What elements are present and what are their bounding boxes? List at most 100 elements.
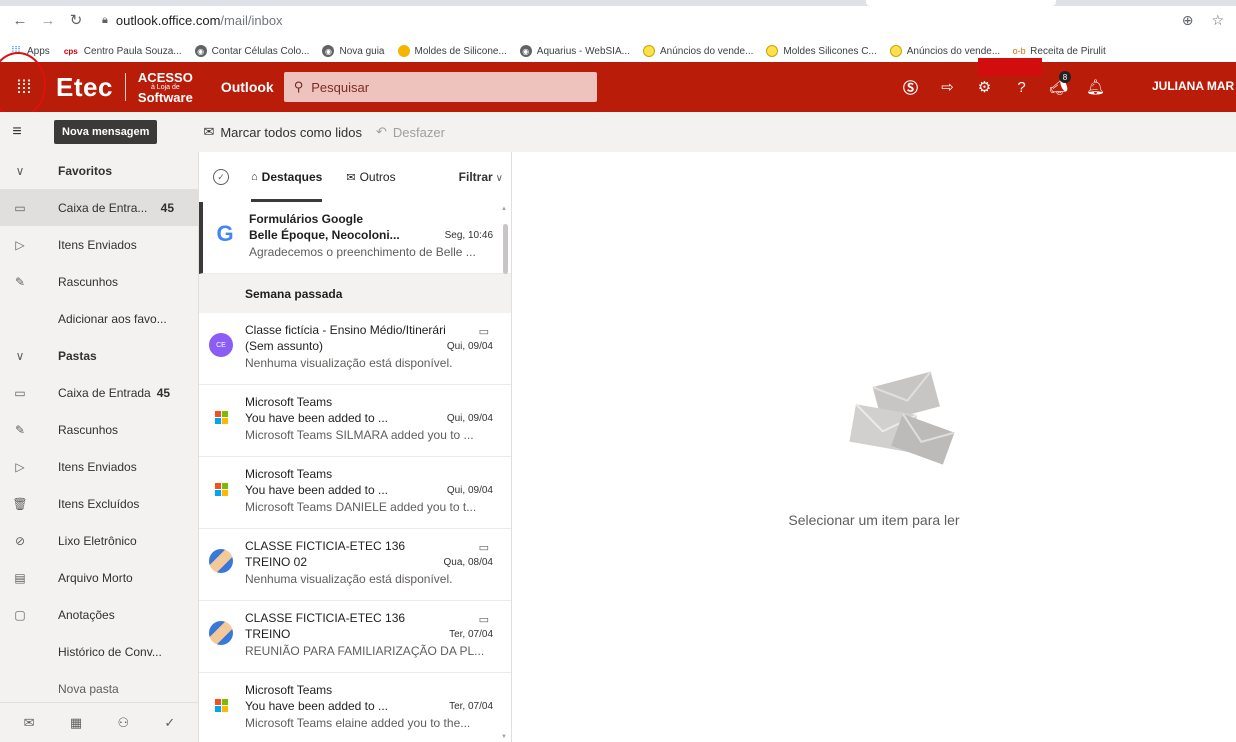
list-item[interactable]: CE Classe fictícia - Ensino Médio/Itiner…: [199, 313, 511, 385]
new-message-button[interactable]: Nova mensagem: [54, 120, 158, 144]
search-input[interactable]: ⚲ Pesquisar: [283, 72, 597, 102]
folders-header[interactable]: ∨ Pastas: [0, 337, 198, 374]
microsoft-logo-icon: [209, 693, 233, 717]
archive-icon: ▤: [14, 570, 26, 585]
list-item[interactable]: Microsoft Teams You have been added to .…: [199, 673, 511, 742]
teams-feedback-icon[interactable]: ⇨: [929, 78, 966, 96]
app-name[interactable]: Outlook: [221, 79, 274, 95]
nav-inbox[interactable]: ▭ Caixa de Entrada 45: [0, 374, 198, 411]
bookmark-apps[interactable]: ⁞⁞⁞ Apps: [10, 45, 49, 57]
pencil-icon: ✎: [14, 422, 26, 437]
focused-icon: ⌂: [251, 171, 258, 183]
zoom-icon[interactable]: ⊕: [1182, 12, 1194, 29]
command-bar: ≡ Nova mensagem ✉︎ Marcar todos como lid…: [0, 112, 1236, 152]
people-icon[interactable]: ⚇: [117, 715, 129, 731]
list-item[interactable]: Microsoft Teams You have been added to .…: [199, 385, 511, 457]
tab-focused[interactable]: ⌂ Destaques: [251, 152, 323, 202]
folder-pane: ∨ Favoritos ▭ Caixa de Entra... 45 ▷ Itens E…: [0, 152, 199, 742]
bell-icon[interactable]: 🔔︎: [1077, 78, 1114, 96]
logo-divider: [124, 73, 126, 101]
globe-icon: ◉: [322, 45, 335, 57]
bookmark-item[interactable]: o-b Receita de Pirulit: [1013, 45, 1106, 57]
envelopes-illustration-icon: [849, 370, 955, 465]
mark-all-read-button[interactable]: ✉︎ Marcar todos como lidos: [203, 124, 362, 140]
calendar-icon: ▭: [478, 542, 489, 554]
bookmark-item[interactable]: ◉ Contar Células Colo...: [194, 45, 309, 57]
list-item[interactable]: Microsoft Teams You have been added to .…: [199, 457, 511, 529]
forward-icon[interactable]: →: [36, 8, 60, 32]
nav-add-favorite[interactable]: Adicionar aos favo...: [0, 300, 198, 337]
list-item[interactable]: G Formulários Google Belle Époque, Neoco…: [199, 202, 511, 274]
bookmark-item[interactable]: Moldes Silicones C...: [766, 45, 877, 57]
nav-fav-sent[interactable]: ▷ Itens Enviados: [0, 226, 198, 263]
scrollbar-thumb[interactable]: [503, 224, 508, 274]
tab-strip: [0, 0, 1236, 6]
bookmark-item[interactable]: Anúncios do vende...: [889, 45, 1000, 57]
trash-icon: 🗑︎: [12, 496, 28, 511]
reload-icon[interactable]: ↻: [64, 8, 88, 32]
send-icon: ▷: [15, 459, 25, 474]
mail-icon[interactable]: ✉︎: [24, 715, 35, 731]
list-item[interactable]: CLASSE FICTICIA-ETEC 136 ▭ TREINO Ter, 0…: [199, 601, 511, 673]
handshake-icon: [766, 45, 779, 57]
microsoft-logo-icon: [209, 405, 233, 429]
skype-icon[interactable]: Ⓢ: [892, 77, 929, 98]
undo-button[interactable]: ↶ Desfazer: [376, 124, 445, 140]
group-header: Semana passada: [199, 274, 511, 313]
mail-icon: ✉︎: [346, 171, 356, 184]
filter-button[interactable]: Filtrar ∨: [459, 170, 503, 184]
chevron-down-icon: ∨: [495, 173, 503, 184]
address-bar[interactable]: 🔒︎ outlook.office.com/mail/inbox: [102, 13, 283, 28]
list-item[interactable]: CLASSE FICTICIA-ETEC 136 ▭ TREINO 02 Qua…: [199, 529, 511, 601]
bookmark-item[interactable]: Anúncios do vende...: [642, 45, 753, 57]
bookmark-item[interactable]: Moldes de Silicone...: [397, 45, 507, 57]
nav-conversation-history[interactable]: Histórico de Conv...: [0, 633, 198, 670]
select-all-check-icon[interactable]: ✓: [213, 169, 229, 185]
nav-archive[interactable]: ▤ Arquivo Morto: [0, 559, 198, 596]
search-icon: ⚲: [293, 79, 304, 94]
scroll-up-icon[interactable]: ▲: [501, 206, 507, 212]
nav-drafts[interactable]: ✎ Rascunhos: [0, 411, 198, 448]
apps-grid-icon: ⁞⁞⁞: [11, 45, 21, 57]
nav-fav-drafts[interactable]: ✎ Rascunhos: [0, 263, 198, 300]
browser-tab[interactable]: [866, 0, 1056, 6]
nav-fav-inbox[interactable]: ▭ Caixa de Entra... 45: [0, 189, 198, 226]
help-icon[interactable]: ?: [1003, 79, 1040, 96]
scroll-down-icon[interactable]: ▼: [501, 734, 507, 740]
envelope-open-icon: ✉︎: [203, 124, 215, 139]
inbox-tabs: ✓ ⌂ Destaques ✉︎ Outros Filtrar ∨: [199, 152, 511, 202]
blocked-icon: ⊘: [14, 533, 26, 548]
nav-sent[interactable]: ▷ Itens Enviados: [0, 448, 198, 485]
yellow-circle-icon: [397, 45, 410, 57]
bookmark-item[interactable]: ◉ Nova guia: [322, 45, 385, 57]
back-icon[interactable]: ←: [8, 8, 32, 32]
app-launcher-icon[interactable]: ⁞⁞⁞: [0, 52, 48, 118]
scrollbar[interactable]: [501, 204, 509, 740]
nav-junk[interactable]: ⊘ Lixo Eletrônico: [0, 522, 198, 559]
notification-badge: 8: [1059, 71, 1071, 83]
todo-check-icon[interactable]: ✓: [164, 715, 175, 731]
whats-new-icon[interactable]: 📣︎ 8: [1040, 71, 1077, 96]
bookmark-item[interactable]: cps Centro Paula Souza...: [63, 45, 182, 57]
nav-notes[interactable]: ▢ Anotações: [0, 596, 198, 633]
bookmark-item[interactable]: ◉ Aquarius - WebSIA...: [519, 45, 630, 57]
pencil-icon: ✎: [14, 274, 26, 289]
search-placeholder: Pesquisar: [311, 79, 370, 95]
tab-other[interactable]: ✉︎ Outros: [346, 152, 395, 202]
nav-deleted[interactable]: 🗑︎ Itens Excluídos: [0, 485, 198, 522]
globe-icon: ◉: [519, 45, 532, 57]
etec-logo: Etec: [56, 71, 113, 102]
favorites-header[interactable]: ∨ Favoritos: [0, 152, 198, 189]
empty-reading-text: Selecionar um item para ler: [788, 512, 960, 528]
hamburger-menu-icon[interactable]: ≡: [2, 123, 32, 141]
user-name[interactable]: JULIANA MAR: [1152, 79, 1234, 93]
inbox-icon: ▭: [14, 200, 26, 215]
send-icon: ▷: [15, 237, 25, 252]
bookmarks-bar: ⁞⁞⁞ Apps cps Centro Paula Souza... ◉ Contar…: [0, 40, 1236, 62]
settings-gear-icon[interactable]: ⚙: [966, 78, 1003, 96]
outlook-header: ⁞⁞⁞ Etec ACESSO à Loja de Software Outlo…: [0, 52, 1236, 118]
calendar-icon[interactable]: ▦: [70, 715, 82, 731]
handshake-icon: [642, 45, 655, 57]
star-icon[interactable]: ☆: [1211, 12, 1224, 29]
lock-icon: 🔒︎: [102, 13, 108, 26]
